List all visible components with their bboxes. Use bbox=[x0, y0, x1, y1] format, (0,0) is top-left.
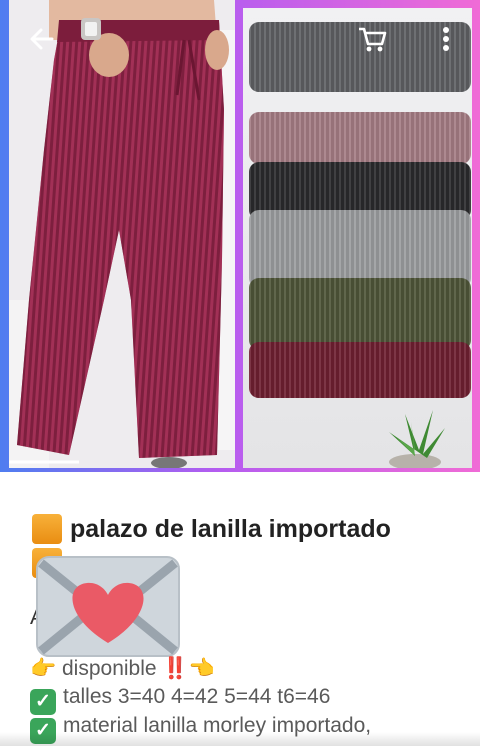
love-letter-emoji bbox=[35, 555, 181, 658]
pointing-right-emoji: 👉 bbox=[30, 657, 57, 680]
cart-icon bbox=[359, 27, 387, 52]
orange-square-emoji bbox=[32, 514, 62, 544]
fold-maroon bbox=[249, 342, 471, 398]
product-image-gallery[interactable] bbox=[0, 0, 480, 472]
plant-decoration bbox=[389, 410, 445, 468]
double-exclamation-emoji: ‼️ bbox=[162, 657, 189, 680]
sizes-text: talles 3=40 4=42 5=44 t6=46 bbox=[63, 685, 331, 708]
availability-text: disponible bbox=[62, 657, 157, 680]
product-photo-color-stack[interactable] bbox=[243, 8, 472, 468]
bottom-shadow bbox=[0, 732, 480, 746]
check-mark-icon: ✓ bbox=[30, 689, 56, 715]
top-bar bbox=[0, 0, 480, 76]
availability-line: 👉 disponible ‼️👈 bbox=[30, 657, 215, 681]
fold-olive bbox=[249, 278, 471, 350]
product-title: palazo de lanilla importado bbox=[70, 515, 391, 543]
fold-light-gray bbox=[249, 210, 471, 288]
pointing-left-emoji: 👈 bbox=[188, 657, 215, 680]
cart-button[interactable] bbox=[354, 20, 390, 58]
fold-pink bbox=[249, 112, 471, 164]
sizes-line: ✓ talles 3=40 4=42 5=44 t6=46 bbox=[30, 685, 330, 715]
more-vertical-icon bbox=[443, 27, 449, 51]
post-description: palazo de lanilla importado A 👉 disponib… bbox=[0, 472, 480, 746]
more-options-button[interactable] bbox=[432, 20, 460, 58]
arrow-left-icon bbox=[30, 28, 54, 50]
back-button[interactable] bbox=[22, 20, 62, 58]
